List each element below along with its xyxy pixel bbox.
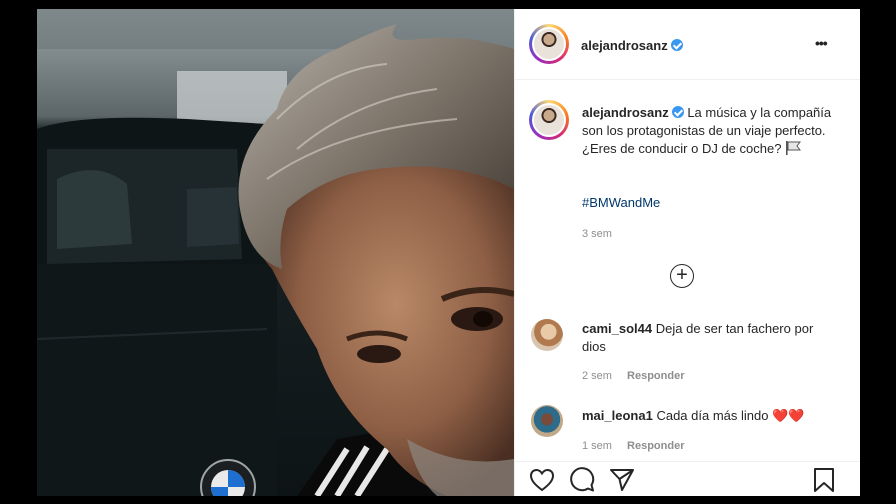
action-bar bbox=[515, 464, 860, 496]
commenter-username[interactable]: mai_leona1 bbox=[582, 408, 653, 423]
comment: cami_sol44 Deja de ser tan fachero por d… bbox=[515, 315, 860, 385]
verified-icon bbox=[670, 39, 683, 51]
author-avatar[interactable] bbox=[529, 24, 569, 64]
divider bbox=[515, 461, 860, 462]
add-circle-icon: + bbox=[676, 264, 688, 286]
commenter-username[interactable]: cami_sol44 bbox=[582, 321, 652, 336]
comment-icon[interactable] bbox=[569, 467, 595, 493]
commenter-avatar[interactable] bbox=[531, 319, 563, 351]
caption-time[interactable]: 3 sem bbox=[582, 228, 612, 240]
post-header: alejandrosanz ••• bbox=[515, 9, 860, 79]
author-username[interactable]: alejandrosanz bbox=[581, 38, 668, 53]
bookmark-icon[interactable] bbox=[813, 467, 835, 493]
comment: mai_leona1 Cada día más lindo ❤️❤️ 1 sem… bbox=[515, 405, 860, 465]
instagram-post: alejandrosanz ••• alejandrosanz La músic… bbox=[37, 9, 860, 496]
comment-time[interactable]: 1 sem bbox=[582, 440, 612, 452]
verified-icon bbox=[671, 106, 684, 118]
share-icon[interactable] bbox=[609, 467, 635, 493]
comment-text: Cada día más lindo bbox=[656, 408, 769, 423]
photo-illustration bbox=[37, 9, 514, 496]
flag-icon bbox=[786, 141, 802, 155]
load-more-comments-button[interactable]: + bbox=[670, 264, 694, 288]
hashtag-link[interactable]: #BMWandMe bbox=[582, 195, 660, 210]
more-label: ••• bbox=[815, 35, 828, 51]
comment-emoji: ❤️❤️ bbox=[772, 408, 805, 423]
commenter-avatar[interactable] bbox=[531, 405, 563, 437]
reply-button[interactable]: Responder bbox=[627, 370, 684, 382]
post-sidebar: alejandrosanz ••• alejandrosanz La músic… bbox=[514, 9, 860, 496]
caption-avatar[interactable] bbox=[529, 100, 569, 140]
divider bbox=[515, 79, 860, 80]
caption-username[interactable]: alejandrosanz bbox=[582, 105, 669, 120]
more-icon[interactable]: ••• bbox=[815, 35, 828, 51]
comment-time[interactable]: 2 sem bbox=[582, 370, 612, 382]
reply-button[interactable]: Responder bbox=[627, 440, 684, 452]
post-photo[interactable] bbox=[37, 9, 514, 496]
heart-icon[interactable] bbox=[529, 468, 555, 492]
